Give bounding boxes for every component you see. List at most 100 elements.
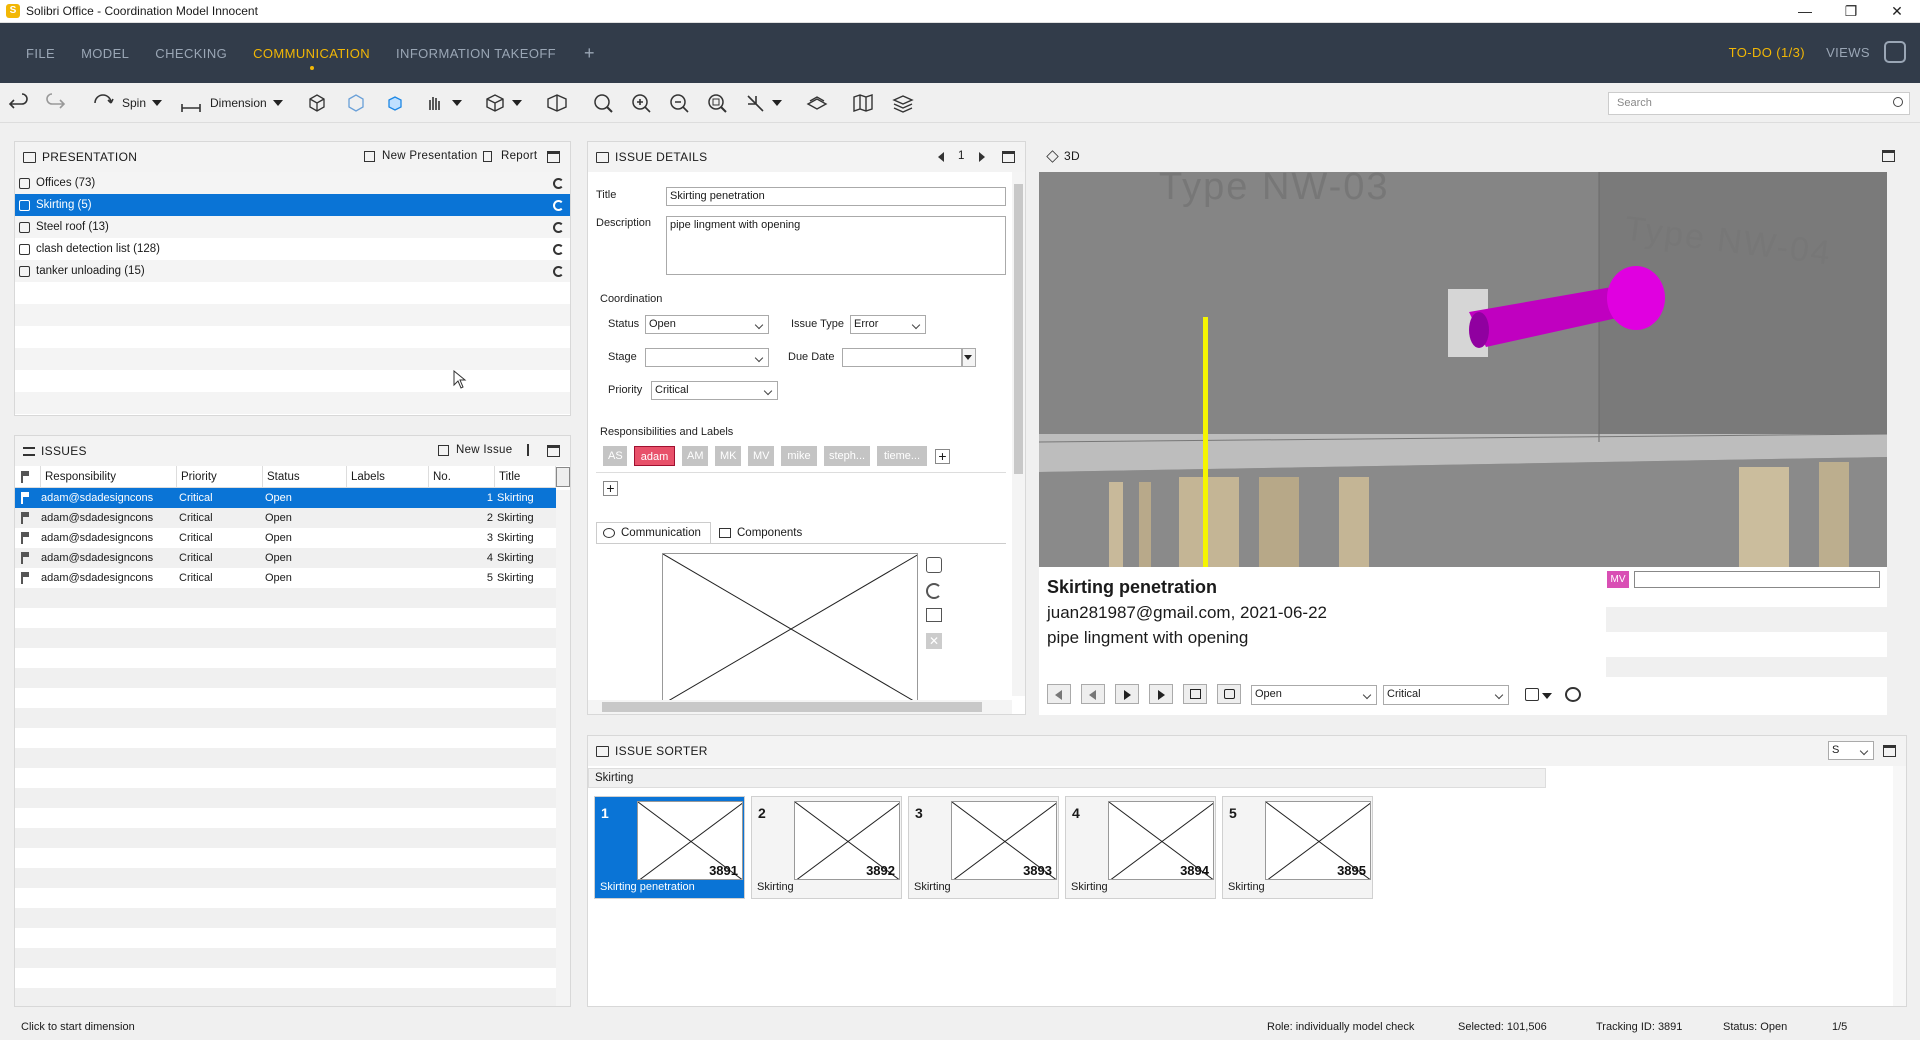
next-issue-icon[interactable] [979, 152, 985, 162]
add-responsibility-button[interactable]: + [935, 449, 950, 464]
close-button[interactable]: ✕ [1874, 0, 1920, 23]
previous-issue-icon[interactable] [938, 152, 944, 162]
new-presentation-button[interactable]: New Presentation [382, 150, 478, 162]
spin-button[interactable]: Spin [92, 91, 163, 115]
previous-issue-button[interactable] [1081, 684, 1105, 704]
refresh-snapshot-icon[interactable] [926, 583, 942, 599]
details-vertical-scrollbar[interactable] [1012, 172, 1025, 696]
tag-tieme[interactable]: tieme... [877, 446, 927, 466]
refresh-icon[interactable] [553, 177, 564, 189]
details-horizontal-scrollbar[interactable] [588, 700, 1012, 714]
views-icon[interactable] [1884, 41, 1906, 63]
delete-snapshot-icon[interactable]: ✕ [926, 633, 942, 649]
refresh-icon[interactable] [553, 221, 564, 233]
description-textarea[interactable]: pipe lingment with opening [666, 216, 1006, 275]
transparency-button[interactable] [345, 91, 367, 115]
presentation-item[interactable]: Offices (73) [15, 172, 570, 194]
maximize-icon[interactable] [1002, 151, 1015, 163]
column-header-priority[interactable]: Priority [177, 466, 263, 488]
chevron-down-icon[interactable] [152, 100, 163, 106]
flag-icon[interactable] [21, 532, 29, 544]
flag-column-header[interactable] [15, 466, 41, 488]
presentation-item[interactable]: Steel roof (13) [15, 216, 570, 238]
restore-button[interactable]: ❐ [1828, 0, 1874, 23]
comment-input[interactable] [1634, 571, 1880, 588]
model-view-button[interactable] [306, 91, 328, 115]
floor-plan-button[interactable] [852, 91, 874, 115]
zoom-out-button[interactable] [668, 91, 690, 115]
tag-adam[interactable]: adam [634, 446, 675, 466]
refresh-icon[interactable] [553, 199, 564, 211]
refresh-icon[interactable] [553, 265, 564, 277]
tab-components[interactable]: Components [715, 524, 815, 544]
calendar-dropdown-button[interactable] [962, 348, 976, 367]
add-layout-button[interactable]: + [584, 43, 595, 64]
zoom-window-button[interactable] [706, 91, 728, 115]
column-header-responsibility[interactable]: Responsibility [41, 466, 177, 488]
presentation-item-selected[interactable]: Skirting (5) [15, 194, 570, 216]
flag-icon[interactable] [21, 492, 29, 504]
stage-select[interactable] [645, 348, 769, 367]
slideshow-button[interactable] [1183, 684, 1207, 704]
column-header-labels[interactable]: Labels [347, 466, 429, 488]
first-issue-button[interactable] [1047, 684, 1071, 704]
chevron-down-icon[interactable] [1542, 693, 1552, 699]
tag-mike[interactable]: mike [781, 446, 817, 466]
tag-mv[interactable]: MV [748, 446, 774, 466]
column-header-title[interactable]: Title [495, 466, 556, 488]
menu-communication[interactable]: COMMUNICATION [253, 46, 370, 70]
chevron-down-icon[interactable] [512, 100, 522, 106]
maximize-icon[interactable] [547, 151, 560, 163]
globe-icon[interactable] [1565, 687, 1581, 702]
todo-button[interactable]: TO-DO (1/3) [1729, 45, 1805, 60]
priority-select[interactable]: Critical [651, 381, 778, 400]
issue-card[interactable]: 3 3893 Skirting [908, 796, 1059, 899]
tag-as[interactable]: AS [603, 446, 627, 466]
menu-model[interactable]: MODEL [81, 46, 129, 61]
take-snapshot-icon[interactable] [926, 557, 942, 573]
zoom-fit-button[interactable] [592, 91, 614, 115]
flag-icon[interactable] [21, 512, 29, 524]
title-input[interactable]: Skirting penetration [666, 187, 1006, 206]
views-button[interactable]: VIEWS [1826, 45, 1870, 60]
box-view-button[interactable] [484, 91, 522, 115]
table-row[interactable]: adam@sdadesigncons Critical Open 4 Skirt… [15, 548, 556, 568]
tag-mk[interactable]: MK [715, 446, 741, 466]
status-select[interactable]: Open [645, 315, 769, 334]
presentation-item[interactable]: clash detection list (128) [15, 238, 570, 260]
section-box-button[interactable] [546, 91, 568, 115]
maximize-icon[interactable] [1882, 150, 1895, 162]
flag-icon[interactable] [527, 444, 535, 456]
refresh-icon[interactable] [553, 243, 564, 255]
selection-basket-button[interactable] [384, 91, 406, 115]
redo-button[interactable] [44, 91, 66, 115]
table-row[interactable]: adam@sdadesigncons Critical Open 1 Skirt… [15, 488, 556, 508]
thumbnail-size-select[interactable]: S [1828, 741, 1874, 760]
dimension-button[interactable]: Dimension [180, 91, 283, 115]
viewpoint-icon[interactable] [1525, 688, 1539, 701]
table-row[interactable]: adam@sdadesigncons Critical Open 3 Skirt… [15, 528, 556, 548]
last-issue-button[interactable] [1149, 684, 1173, 704]
issue-card[interactable]: 4 3894 Skirting [1065, 796, 1216, 899]
zoom-in-button[interactable] [630, 91, 652, 115]
add-label-button[interactable]: + [603, 481, 618, 496]
search-icon[interactable] [1893, 97, 1903, 107]
presentation-item[interactable]: tanker unloading (15) [15, 260, 570, 282]
menu-file[interactable]: FILE [26, 46, 55, 61]
flag-icon[interactable] [21, 552, 29, 564]
camera-button[interactable] [1217, 684, 1241, 704]
pick-button[interactable] [744, 91, 782, 115]
layers-button[interactable] [892, 91, 914, 115]
visibility-button[interactable] [424, 91, 462, 115]
tab-communication[interactable]: Communication [596, 522, 711, 544]
chevron-down-icon[interactable] [772, 100, 782, 106]
slice-button[interactable] [806, 91, 828, 115]
maximize-icon[interactable] [1883, 745, 1896, 757]
3d-viewport[interactable]: Type NW-03 Type NW-04 [1039, 172, 1887, 567]
column-header-status[interactable]: Status [263, 466, 347, 488]
table-row[interactable]: adam@sdadesigncons Critical Open 2 Skirt… [15, 508, 556, 528]
report-button[interactable]: Report [501, 150, 537, 162]
next-issue-button[interactable] [1115, 684, 1139, 704]
due-date-input[interactable] [842, 348, 962, 367]
issue-card[interactable]: 1 3891 Skirting penetration [594, 796, 745, 899]
